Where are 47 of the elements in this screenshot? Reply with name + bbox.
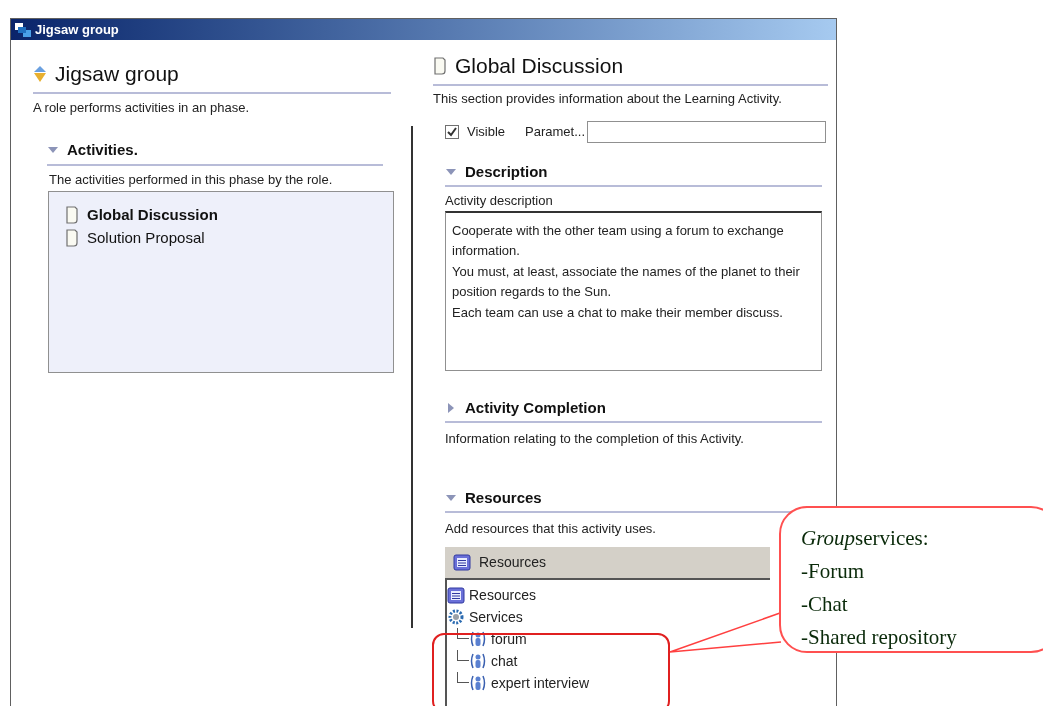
checkmark-icon <box>447 126 457 137</box>
callout-title: Groupservices: <box>801 525 930 552</box>
section-title: Resources <box>465 487 542 508</box>
description-paragraph: You must, at least, associate the names of the planet to their position regards to the Sun. <box>452 262 801 301</box>
role-icon <box>33 64 47 83</box>
resources-description: Add resources that this activity uses. <box>445 520 657 538</box>
tree-item[interactable]: forum <box>469 627 527 650</box>
window-title: Jigsaw group <box>35 20 119 39</box>
tree-item[interactable]: Services <box>447 605 523 628</box>
folder-icon <box>453 553 471 571</box>
document-icon <box>433 56 447 75</box>
completion-description: Information relating to the completion of this Activity. <box>445 430 745 448</box>
gear-icon <box>447 608 465 625</box>
parameter-field[interactable] <box>587 120 826 143</box>
resources-header[interactable]: Resources <box>445 546 770 580</box>
collapse-arrow-icon[interactable] <box>445 166 457 177</box>
section-title: Description <box>465 161 548 182</box>
callout-line: -Forum <box>801 558 865 585</box>
checkbox[interactable] <box>445 124 459 139</box>
people-icon <box>469 674 487 691</box>
description-text-area[interactable] <box>445 210 822 371</box>
activity-description: This section provides information about the Learning Activity. <box>433 89 783 108</box>
callout-line: -Shared repository <box>801 624 958 651</box>
visible-checkbox[interactable]: Visible <box>445 121 506 142</box>
tree-item[interactable]: Resources <box>447 583 536 606</box>
description-label: Activity description <box>445 192 554 210</box>
collapse-arrow-icon[interactable] <box>445 492 457 503</box>
tree-item[interactable]: chat <box>469 649 518 672</box>
app-icon <box>15 22 31 37</box>
document-icon <box>65 206 79 225</box>
people-icon <box>469 630 487 647</box>
section-title: Activities. <box>67 140 138 160</box>
role-title: Jigsaw group <box>55 61 179 87</box>
section-title: Activity Completion <box>465 397 606 418</box>
role-description: A role performs activities in an phase. <box>33 98 251 117</box>
people-icon <box>469 652 487 669</box>
callout-line: -Chat <box>801 591 849 618</box>
document-icon <box>65 228 79 247</box>
description-paragraph: Cooperate with the other team using a forum to exchange information. <box>452 221 785 260</box>
activity-title: Global Discussion <box>455 53 624 79</box>
activity-item[interactable]: Solution Proposal <box>65 226 393 249</box>
description-paragraph: Each team can use a chat to make their member discuss. <box>452 303 784 322</box>
folder-icon <box>447 585 465 604</box>
activities-description: The activities performed in this phase by the role. <box>49 170 334 189</box>
activity-item[interactable]: Global Discussion <box>65 204 393 227</box>
parameter-label: Paramet... <box>525 122 586 141</box>
tree-item[interactable]: expert interview <box>469 671 590 694</box>
